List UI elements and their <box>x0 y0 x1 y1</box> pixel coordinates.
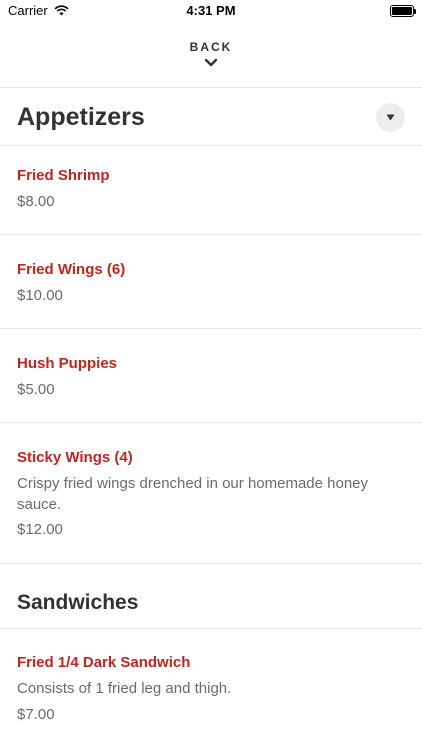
chevron-down-icon <box>204 58 218 67</box>
back-label: BACK <box>189 40 233 54</box>
item-name: Fried Shrimp <box>17 167 110 184</box>
item-name: Fried 1/4 Dark Sandwich <box>17 654 191 671</box>
menu-item-fried-shrimp[interactable]: Fried Shrimp $8.00 <box>0 147 422 235</box>
item-price: $8.00 <box>17 193 55 210</box>
category-title: Appetizers <box>17 103 145 131</box>
menu-item-fried-wings[interactable]: Fried Wings (6) $10.00 <box>0 235 422 329</box>
item-name: Hush Puppies <box>17 355 118 372</box>
category-title: Sandwiches <box>17 591 139 614</box>
menu-item-hush-puppies[interactable]: Hush Puppies $5.00 <box>0 329 422 423</box>
category-toggle-button[interactable] <box>376 103 405 132</box>
item-price: $5.00 <box>17 381 55 398</box>
status-time: 4:31 PM <box>186 3 236 18</box>
back-button[interactable]: BACK <box>0 24 422 88</box>
item-price: $10.00 <box>17 287 63 304</box>
menu-item-fried-dark-sandwich[interactable]: Fried 1/4 Dark Sandwich Consists of 1 fr… <box>0 629 422 750</box>
item-description: Crispy fried wings drenched in our homem… <box>17 475 369 513</box>
item-description: Consists of 1 fried leg and thigh. <box>17 680 232 697</box>
menu-item-sticky-wings[interactable]: Sticky Wings (4) Crispy fried wings dren… <box>0 423 422 564</box>
item-name: Sticky Wings (4) <box>17 449 133 466</box>
status-bar: Carrier 4:31 PM <box>0 0 422 24</box>
item-name: Fried Wings (6) <box>17 261 126 278</box>
item-price: $12.00 <box>17 521 63 538</box>
battery-icon <box>390 5 416 17</box>
caret-down-icon <box>386 114 395 121</box>
item-price: $7.00 <box>17 706 55 723</box>
